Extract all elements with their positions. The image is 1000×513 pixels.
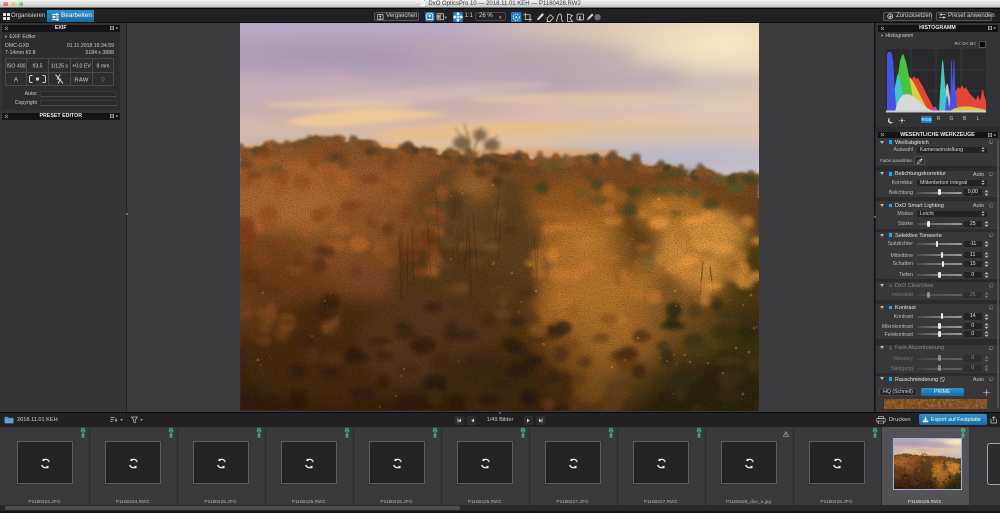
svg-text:+0.0 EV: +0.0 EV [72, 63, 91, 69]
svg-text:8 mm: 8 mm [97, 63, 110, 69]
svg-text:ISO 400: ISO 400 [6, 63, 25, 69]
svg-text:f/3.5: f/3.5 [32, 63, 42, 69]
svg-text:A: A [14, 77, 19, 84]
svg-text:RAW: RAW [74, 78, 88, 84]
svg-text:⚲: ⚲ [101, 77, 105, 84]
svg-text:1/125 s: 1/125 s [51, 63, 68, 69]
